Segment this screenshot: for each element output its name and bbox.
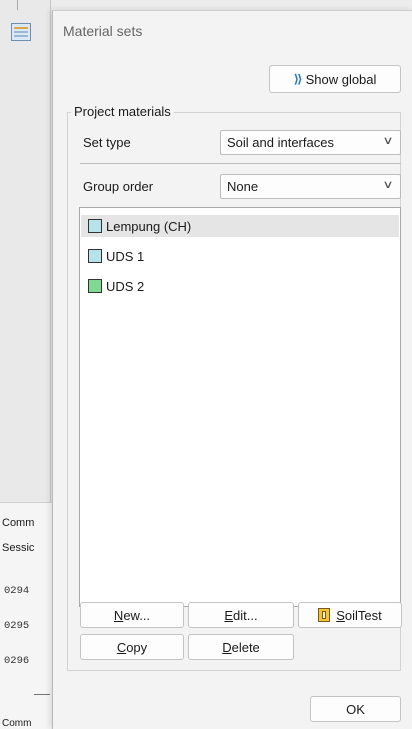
new-button[interactable]: New... — [80, 602, 184, 628]
ruler-tick — [17, 0, 18, 10]
group-title: Project materials — [71, 104, 174, 119]
soiltest-button-label: SoilTest — [336, 607, 382, 623]
delete-button-label: Delete — [222, 639, 260, 655]
table-icon[interactable] — [11, 23, 31, 41]
material-color-swatch — [88, 219, 102, 233]
section-divider — [80, 163, 401, 164]
set-type-dropdown[interactable]: Soil and interfaces ∨ — [220, 130, 401, 155]
dialog-title: Material sets — [63, 23, 143, 39]
double-chevron-right-icon: ⟩⟩ — [293, 72, 303, 86]
material-sets-dialog: Material sets ⟩⟩ Show global Project mat… — [52, 10, 412, 729]
divider-line — [34, 694, 50, 695]
set-type-label: Set type — [83, 135, 131, 150]
group-order-label: Group order — [83, 179, 154, 194]
group-order-dropdown[interactable]: None ∨ — [220, 174, 401, 199]
list-item[interactable]: UDS 2 — [88, 275, 144, 297]
list-item[interactable]: Lempung (CH) — [81, 215, 399, 237]
material-name: Lempung (CH) — [106, 218, 192, 234]
ok-button-label: OK — [346, 701, 365, 717]
material-name: UDS 1 — [106, 248, 145, 264]
chevron-down-icon: ∨ — [382, 179, 394, 191]
material-name: UDS 2 — [106, 278, 145, 294]
material-color-swatch — [88, 279, 102, 293]
edit-button[interactable]: Edit... — [188, 602, 294, 628]
set-type-value: Soil and interfaces — [227, 135, 334, 150]
new-button-label: New... — [113, 607, 151, 623]
ok-button[interactable]: OK — [310, 696, 401, 722]
copy-button-label: Copy — [116, 639, 148, 655]
group-order-value: None — [227, 179, 259, 194]
show-global-label: Show global — [305, 71, 377, 87]
commands-tab-label[interactable]: Comm — [2, 517, 34, 529]
delete-button[interactable]: Delete — [188, 634, 294, 660]
materials-list[interactable]: Lempung (CH) UDS 1 UDS 2 — [79, 207, 401, 607]
show-global-button[interactable]: ⟩⟩ Show global — [269, 65, 401, 93]
command-input-label: Comm — [2, 718, 32, 729]
copy-button[interactable]: Copy — [80, 634, 184, 660]
material-color-swatch — [88, 249, 102, 263]
log-line: 0295 — [4, 620, 30, 632]
log-line: 0296 — [4, 655, 30, 667]
soiltest-icon — [318, 608, 331, 622]
log-line: 0294 — [4, 585, 30, 597]
list-item[interactable]: UDS 1 — [88, 245, 144, 267]
edit-button-label: Edit... — [224, 607, 258, 623]
chevron-down-icon: ∨ — [382, 135, 394, 147]
soiltest-button[interactable]: SoilTest — [298, 602, 402, 628]
session-tab-label[interactable]: Sessic — [2, 542, 34, 554]
